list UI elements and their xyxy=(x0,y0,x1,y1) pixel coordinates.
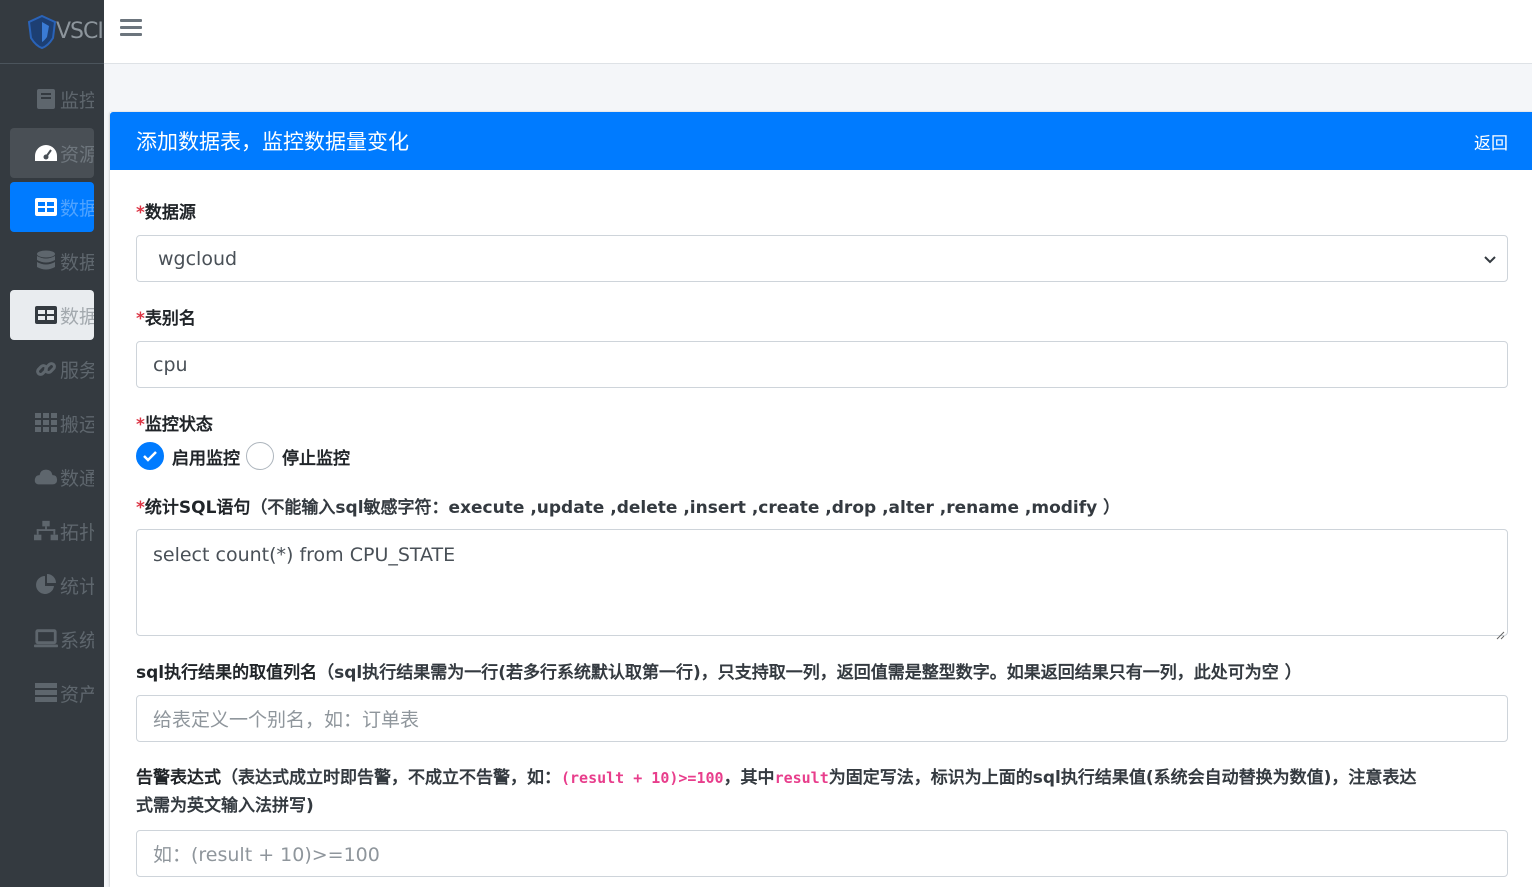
result-column-placeholder: 给表定义一个别名，如：订单表 xyxy=(153,709,420,731)
sidebar-item-label: 拓扑 xyxy=(60,521,94,544)
sidebar-item-label: 监控 xyxy=(60,89,94,112)
card-body: *数据源 wgcloud *表别名 cpu *监控状态 启用监控 停止监控 *统… xyxy=(110,198,1532,877)
sidebar-item-label: 资产 xyxy=(60,683,94,706)
result-column-label: sql执行结果的取值列名（sql执行结果需为一行(若多行系统默认取第一行)，只支… xyxy=(136,658,1508,683)
sidebar-item-resources[interactable]: 资源 xyxy=(10,128,94,178)
alarm-label-text: 告警表达式 xyxy=(136,768,221,788)
link-icon xyxy=(34,357,58,381)
sidebar-item-label: 搬运 xyxy=(60,413,94,436)
hamburger-menu-icon[interactable] xyxy=(120,19,142,39)
required-mark: * xyxy=(136,415,145,435)
sidebar-item-grid[interactable]: 搬运 xyxy=(10,398,94,448)
top-navbar xyxy=(104,0,1532,64)
sidebar-item-label: 数据 xyxy=(60,197,94,220)
sidebar-item-label: 统计 xyxy=(60,575,94,598)
check-icon xyxy=(143,451,157,462)
required-mark: * xyxy=(136,309,145,329)
sidebar-item-label: 数通 xyxy=(60,467,94,490)
sidebar-item-database[interactable]: 数据 xyxy=(10,236,94,286)
grid-icon xyxy=(34,411,58,435)
sidebar-item-label: 服务 xyxy=(60,359,94,382)
status-label-text: 监控状态 xyxy=(144,415,213,435)
result-column-label-text: sql执行结果的取值列名 xyxy=(136,663,318,683)
radio-disable-label[interactable]: 停止监控 xyxy=(282,444,350,469)
sql-label-text: 统计SQL语句 xyxy=(144,498,251,518)
alias-label: *表别名 xyxy=(136,304,1508,329)
alarm-hint-2: ，其中 xyxy=(723,768,775,788)
brand-text: VSCI xyxy=(56,19,104,44)
sql-label: *统计SQL语句（不能输入sql敏感字符：execute ,update ,de… xyxy=(136,493,1508,518)
sidebar-item-system[interactable]: 系统 xyxy=(10,614,94,664)
radio-enable-label[interactable]: 启用监控 xyxy=(172,444,240,469)
dashboard-icon xyxy=(34,141,58,165)
sitemap-icon xyxy=(34,519,58,543)
sidebar-item-monitor[interactable]: 监控 xyxy=(10,74,94,124)
shield-logo-icon xyxy=(26,14,58,50)
alarm-expression-input[interactable]: 如：(result + 10)>=100 xyxy=(136,830,1508,877)
required-mark: * xyxy=(136,498,145,518)
sidebar-item-label: 数据 xyxy=(60,305,94,328)
alias-value: cpu xyxy=(153,353,188,376)
alarm-expression-placeholder: 如：(result + 10)>=100 xyxy=(153,844,380,866)
datasource-select[interactable]: wgcloud xyxy=(136,235,1508,282)
sidebar-item-label: 资源 xyxy=(60,143,94,166)
back-link[interactable]: 返回 xyxy=(1474,129,1508,154)
sidebar-item-service[interactable]: 服务 xyxy=(10,344,94,394)
card-title: 添加数据表，监控数据量变化 xyxy=(136,130,409,154)
result-column-input[interactable]: 给表定义一个别名，如：订单表 xyxy=(136,695,1508,742)
alias-label-text: 表别名 xyxy=(144,309,196,329)
radio-disable[interactable] xyxy=(246,442,274,470)
sidebar-item-data-active[interactable]: 数据 xyxy=(10,182,94,232)
alarm-hint-1: （表达式成立时即告警，不成立不告警，如： xyxy=(221,768,561,788)
sql-hint: （不能输入sql敏感字符：execute ,update ,delete ,in… xyxy=(250,498,1121,518)
brand[interactable]: VSCI xyxy=(0,0,104,64)
cloud-icon xyxy=(34,465,58,489)
sidebar-nav: 监控 资源 数据 数据 数据 服务 搬运 数通 拓扑 统计 系统 资产 xyxy=(0,64,104,718)
radio-enable[interactable] xyxy=(136,442,164,470)
chevron-down-icon xyxy=(1483,248,1497,270)
sidebar-item-topology[interactable]: 拓扑 xyxy=(10,506,94,556)
alarm-hint-3: 为固定写法，标识为上面的sql执行结果值(系统会自动替换为数值)，注意表达 xyxy=(828,768,1417,788)
database-icon xyxy=(34,249,58,273)
laptop-icon xyxy=(34,627,58,651)
sidebar-item-stats[interactable]: 统计 xyxy=(10,560,94,610)
alarm-label: 告警表达式（表达式成立时即告警，不成立不告警，如：(result + 10)>=… xyxy=(136,764,1508,820)
status-label: *监控状态 xyxy=(136,410,1508,435)
datasource-label: *数据源 xyxy=(136,198,1508,223)
sql-textarea[interactable]: select count(*) from CPU_STATE xyxy=(136,529,1508,640)
status-radio-group: 启用监控 停止监控 xyxy=(136,441,1508,471)
server-icon xyxy=(34,681,58,705)
sidebar-item-data-table[interactable]: 数据 xyxy=(10,290,94,340)
sidebar-item-cloud[interactable]: 数通 xyxy=(10,452,94,502)
book-icon xyxy=(34,87,58,111)
alarm-code-example: (result + 10)>=100 xyxy=(561,769,724,787)
sidebar: VSCI 监控 资源 数据 数据 数据 服务 搬运 数通 拓扑 统计 系统 资产 xyxy=(0,0,104,887)
table-icon xyxy=(34,195,58,219)
sidebar-item-label: 系统 xyxy=(60,629,94,652)
datasource-label-text: 数据源 xyxy=(144,203,196,223)
alarm-hint-4: 式需为英文输入法拼写) xyxy=(136,796,314,816)
datasource-value: wgcloud xyxy=(158,247,238,270)
result-column-hint: （sql执行结果需为一行(若多行系统默认取第一行)，只支持取一列，返回值需是整型… xyxy=(317,663,1302,683)
table-icon xyxy=(34,303,58,327)
resize-grip-icon[interactable] xyxy=(1495,623,1505,640)
sql-value: select count(*) from CPU_STATE xyxy=(153,544,456,566)
sidebar-item-label: 数据 xyxy=(60,251,94,274)
alias-input[interactable]: cpu xyxy=(136,341,1508,388)
pie-chart-icon xyxy=(34,573,58,597)
sidebar-item-assets[interactable]: 资产 xyxy=(10,668,94,718)
form-card: 添加数据表，监控数据量变化 返回 *数据源 wgcloud *表别名 cpu *… xyxy=(110,112,1532,887)
alarm-code-result: result xyxy=(774,769,829,787)
required-mark: * xyxy=(136,203,145,223)
card-header: 添加数据表，监控数据量变化 返回 xyxy=(110,112,1532,170)
